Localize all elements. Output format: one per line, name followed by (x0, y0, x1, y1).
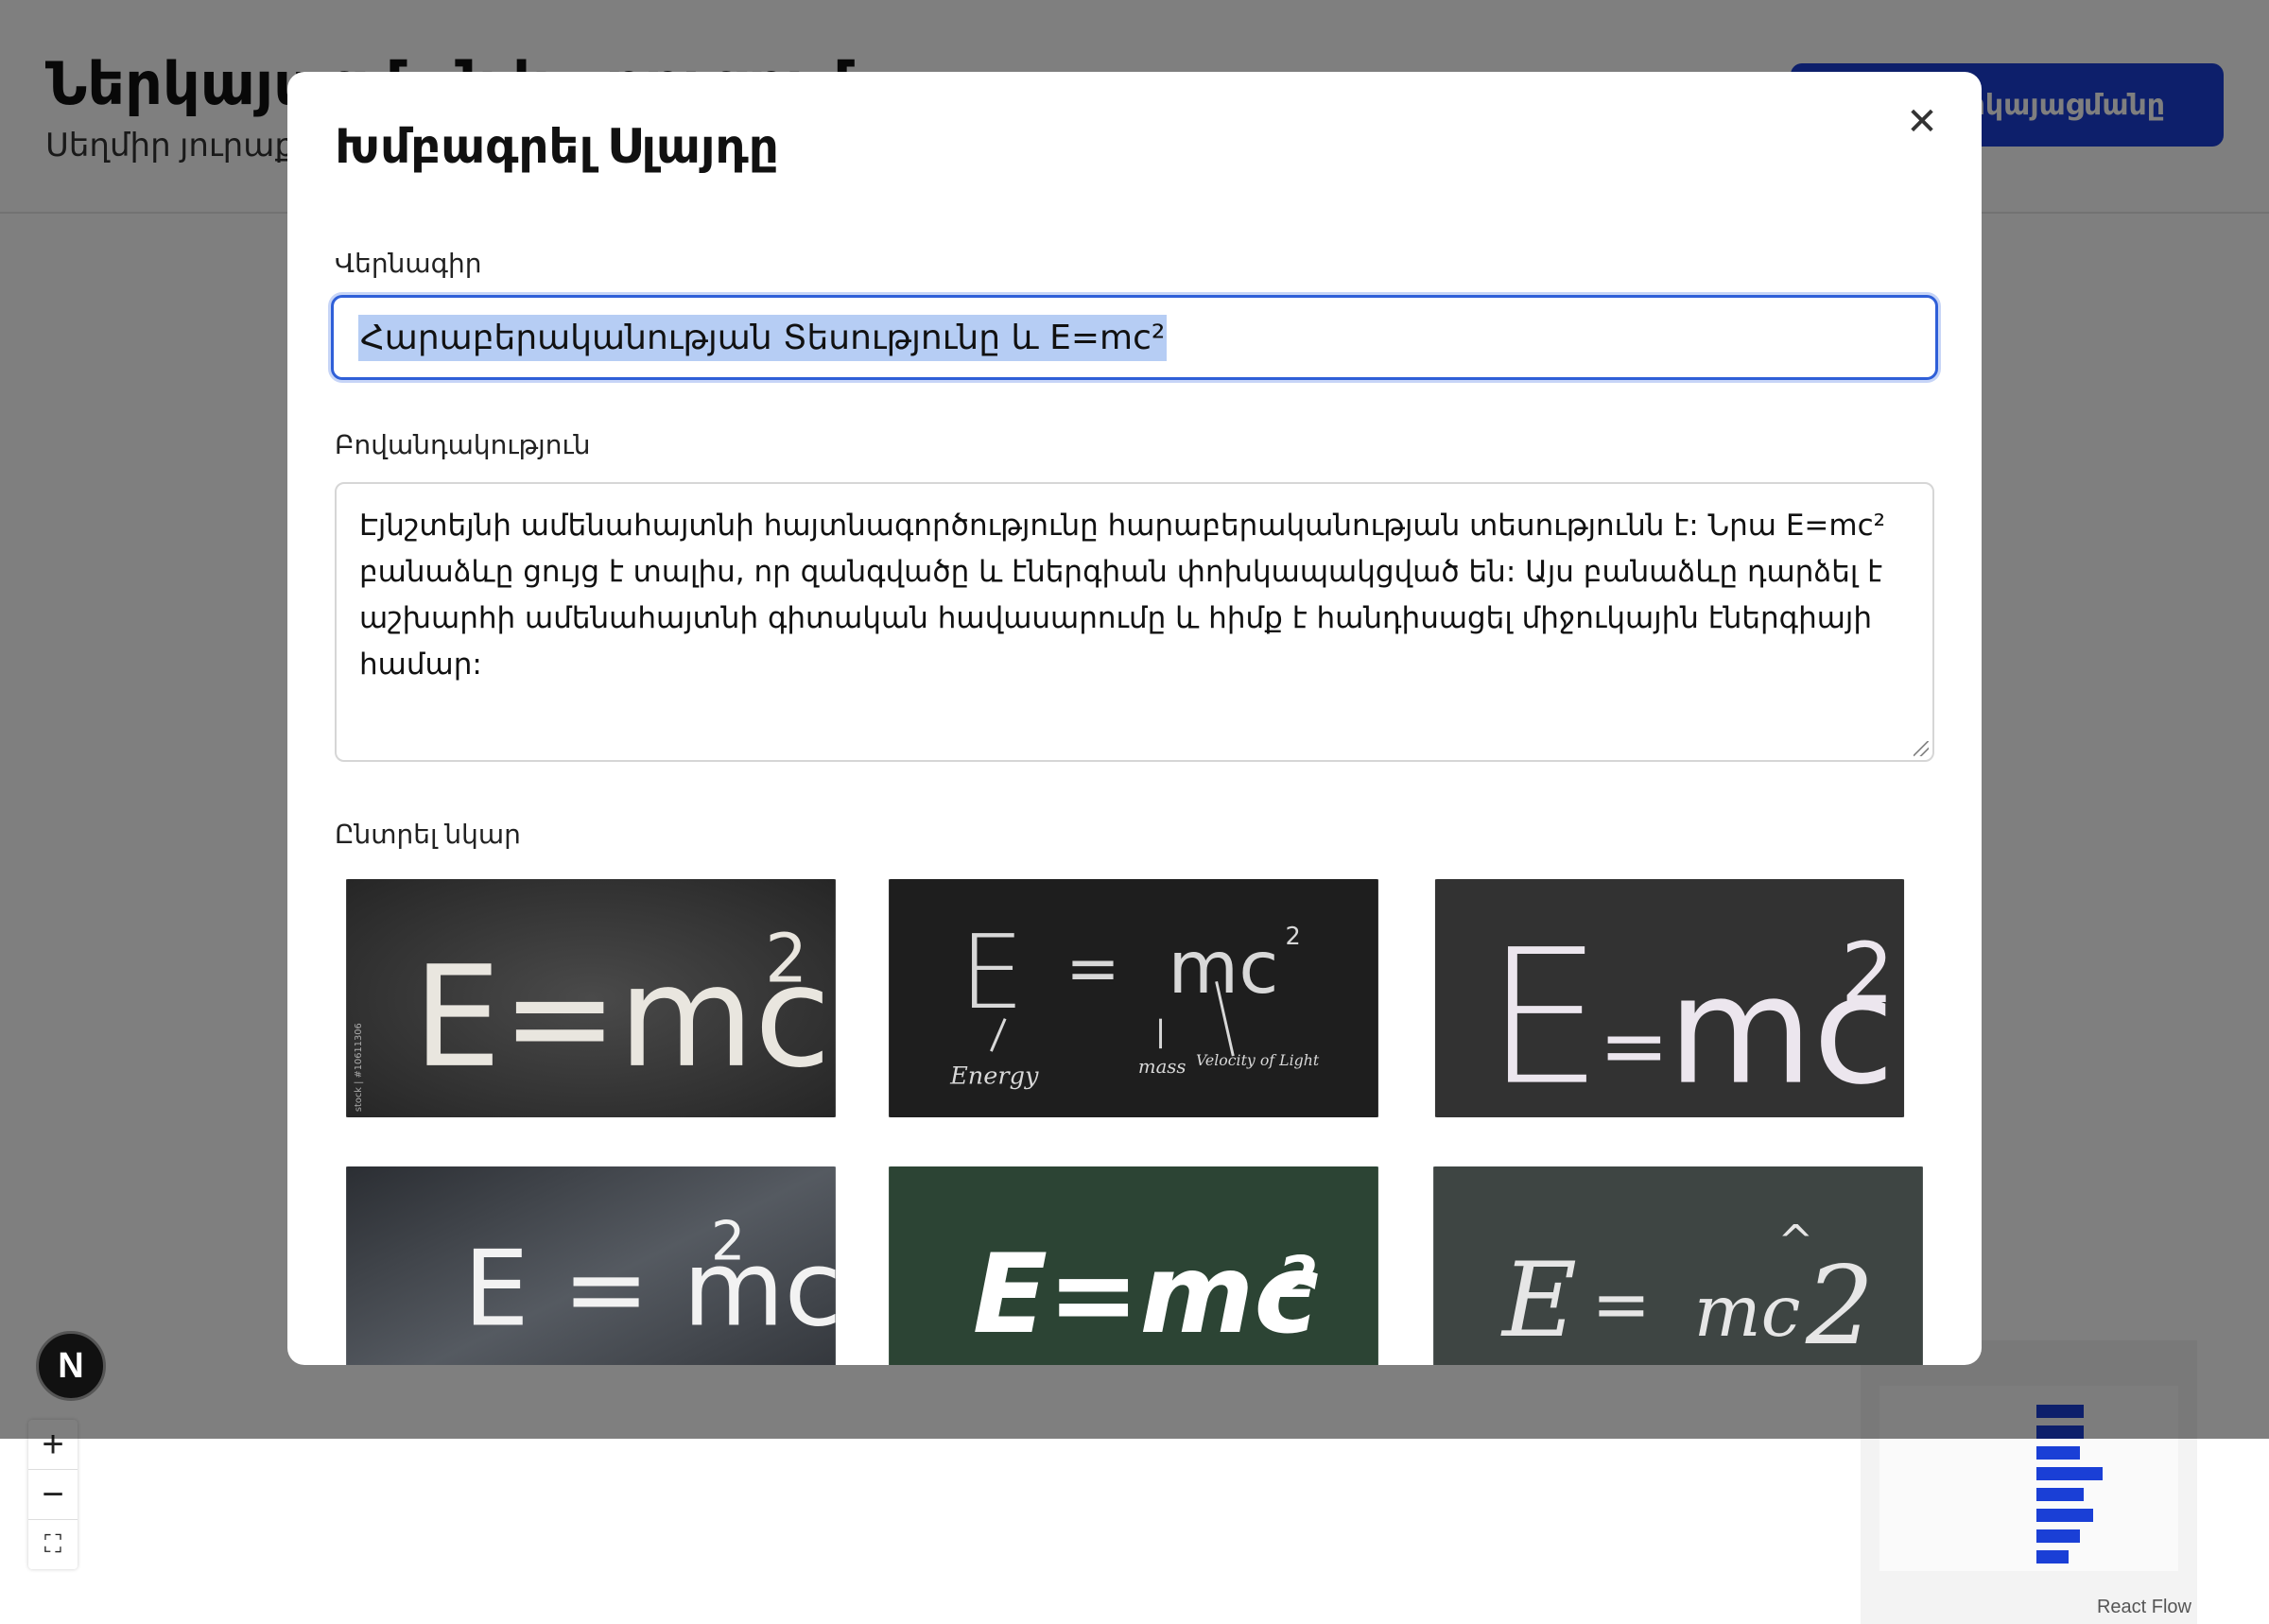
svg-text:2: 2 (1841, 924, 1894, 1022)
minimap-node (2036, 1529, 2080, 1543)
svg-text:=: = (1065, 931, 1120, 1007)
svg-text:mc: mc (1694, 1270, 1801, 1353)
close-icon: ✕ (1906, 101, 1938, 143)
svg-text:Energy: Energy (949, 1063, 1039, 1091)
chalkboard-image: E=mc 2 stock | #10611306 (346, 879, 836, 1117)
edit-slide-modal: ✕ Խմբագրել Սլայդը Վերնագիր Հարաբերականու… (287, 72, 1982, 1365)
svg-text:2: 2 (1285, 923, 1300, 951)
chalkboard-image: E = mc 2 (346, 1166, 838, 1365)
svg-text:E=mc: E=mc (973, 1231, 1320, 1358)
svg-text:2: 2 (1805, 1243, 1875, 1365)
title-input-value: Հարաբերականության Տեսությունը և E=mc² (358, 314, 1168, 361)
content-field-label: Բովանդակություն (335, 430, 591, 459)
zoom-controls: + − ⛶ (28, 1420, 78, 1569)
svg-text:2: 2 (711, 1210, 745, 1272)
nextjs-badge[interactable]: N (36, 1331, 106, 1401)
title-field-label: Վերնագիր (335, 249, 482, 278)
minus-icon: − (42, 1473, 64, 1515)
minimap-node (2036, 1488, 2084, 1501)
svg-text:=: = (1599, 997, 1669, 1095)
minimap-node (2036, 1446, 2080, 1460)
content-textarea[interactable]: Էյնշտեյնի ամենահայտնի հայտնագործությունը… (335, 482, 1934, 762)
minimap-node (2036, 1509, 2093, 1522)
green-chalkboard-image: E=mc 2 (889, 1166, 1378, 1365)
chalkboard-image: E = mc ^ 2 (1433, 1166, 1923, 1365)
image-picker-grid: E=mc 2 stock | #10611306 E = mc 2 Energy… (342, 877, 1931, 1365)
close-button[interactable]: ✕ (1898, 98, 1946, 146)
image-option-2[interactable]: E = mc 2 Energy mass Velocity of Light (885, 877, 1382, 1119)
svg-text:2: 2 (1278, 1244, 1318, 1311)
svg-text:E: E (1500, 1240, 1577, 1360)
fit-view-button[interactable]: ⛶ (28, 1520, 78, 1569)
svg-text:2: 2 (765, 919, 807, 997)
minimap-node (2036, 1550, 2069, 1564)
chalkboard-image: E = mc 2 Energy mass Velocity of Light (889, 879, 1378, 1117)
image-option-5[interactable]: E=mc 2 (885, 1165, 1382, 1365)
zoom-out-button[interactable]: − (28, 1470, 78, 1520)
svg-text:E: E (960, 912, 1024, 1032)
fit-view-icon: ⛶ (43, 1529, 62, 1558)
chalkboard-image: E = mc 2 (1434, 879, 1905, 1117)
content-textarea-value: Էյնշտեյնի ամենահայտնի հայտնագործությունը… (359, 509, 1886, 682)
resize-handle-icon[interactable] (1914, 741, 1929, 756)
image-option-4[interactable]: E = mc 2 (342, 1165, 840, 1365)
svg-text:E = mc: E = mc (463, 1229, 838, 1350)
react-flow-attribution[interactable]: React Flow (2097, 1597, 2191, 1618)
svg-text:Velocity of Light: Velocity of Light (1196, 1051, 1320, 1069)
image-option-6[interactable]: E = mc ^ 2 (1429, 1165, 1927, 1365)
svg-text:mass: mass (1138, 1056, 1186, 1078)
svg-text:mc: mc (1168, 926, 1278, 1011)
nextjs-logo-icon: N (58, 1345, 84, 1386)
svg-text:=: = (1591, 1263, 1651, 1345)
svg-text:stock | #10611306: stock | #10611306 (354, 1023, 364, 1112)
image-option-1[interactable]: E=mc 2 stock | #10611306 (342, 877, 840, 1119)
title-input[interactable]: Հարաբերականության Տեսությունը և E=mc² (331, 295, 1938, 380)
image-option-3[interactable]: E = mc 2 (1431, 877, 1908, 1119)
image-picker-label: Ընտրել նկար (335, 820, 521, 849)
minimap-node (2036, 1467, 2103, 1480)
modal-title: Խմբագրել Սլայդը (335, 120, 779, 173)
svg-text:E: E (1485, 910, 1602, 1117)
